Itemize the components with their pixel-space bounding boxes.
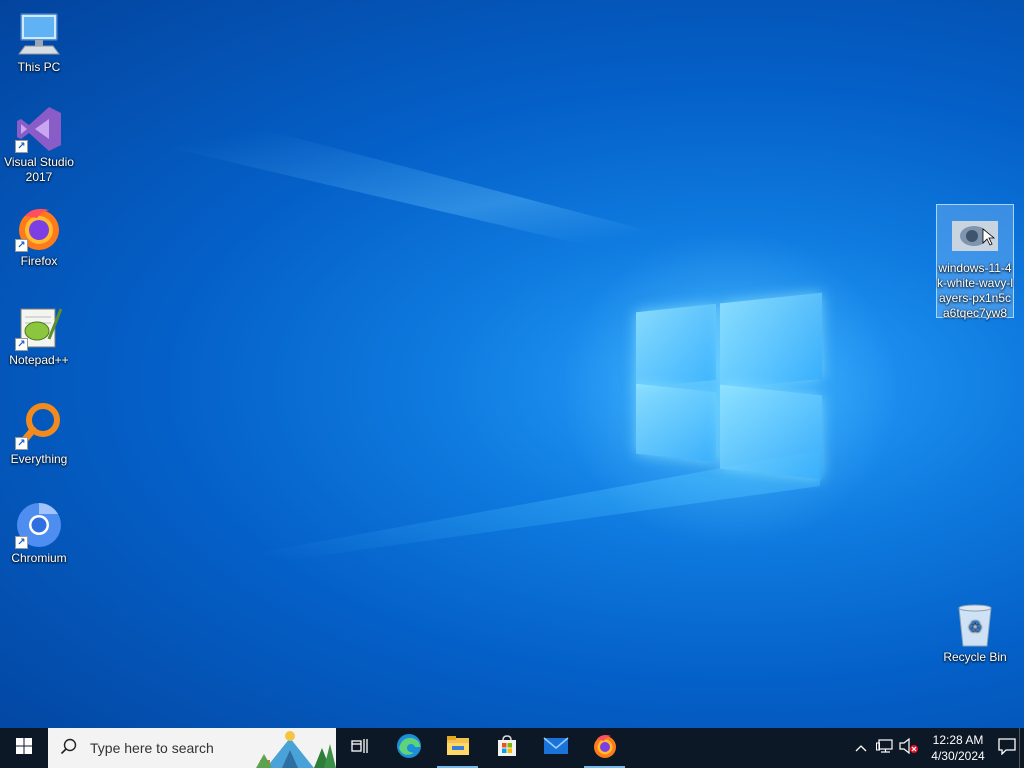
taskbar-app-mail[interactable]: [531, 728, 580, 768]
show-hidden-icons-button[interactable]: [849, 728, 873, 768]
shortcut-arrow-icon: ↗: [15, 536, 28, 549]
computer-icon: [15, 10, 63, 58]
recycle-bin-icon: ♻: [951, 600, 999, 648]
desktop-icon-everything[interactable]: ↗ Everything: [1, 402, 77, 467]
desktop-icon-this-pc[interactable]: This PC: [1, 10, 77, 75]
volume-button[interactable]: [897, 728, 921, 768]
desktop-icon-firefox[interactable]: ↗ Firefox: [1, 204, 77, 269]
search-placeholder: Type here to search: [90, 740, 214, 756]
task-view-button[interactable]: [336, 728, 384, 768]
taskbar-app-firefox[interactable]: [580, 728, 629, 768]
image-thumbnail-icon: [952, 221, 998, 251]
desktop-file-label: windows-11-4k-white-wavy-layers-px1n5ca6…: [937, 261, 1014, 320]
search-highlight-illustration-icon: [256, 730, 336, 768]
clock-time: 12:28 AM: [932, 733, 984, 747]
chromium-icon: ↗: [15, 501, 63, 549]
chevron-up-icon: [855, 739, 867, 757]
shortcut-arrow-icon: ↗: [15, 140, 28, 153]
desktop-icon-label: Visual Studio 2017: [4, 155, 74, 184]
firefox-icon: ↗: [15, 204, 63, 252]
desktop-icon-recycle-bin[interactable]: ♻ Recycle Bin: [936, 600, 1014, 665]
desktop-icon-label: Notepad++: [9, 353, 69, 367]
taskbar-app-microsoft-store[interactable]: [482, 728, 531, 768]
taskbar: Type here to search 12:28 AM 4/30/2024: [0, 728, 1024, 768]
taskbar-clock[interactable]: 12:28 AM 4/30/2024: [921, 732, 995, 764]
taskbar-app-file-explorer[interactable]: [433, 728, 482, 768]
search-icon: [60, 738, 78, 759]
desktop-icon-label: Chromium: [11, 551, 67, 565]
notification-icon: [998, 737, 1016, 760]
desktop-icon-label: Recycle Bin: [943, 650, 1007, 664]
clock-date: 4/30/2024: [931, 749, 985, 763]
file-explorer-icon: [446, 735, 470, 762]
taskbar-search-box[interactable]: Type here to search: [48, 728, 336, 768]
desktop-icon-label: Everything: [10, 452, 68, 466]
notepad-plus-plus-icon: ↗: [15, 303, 63, 351]
start-button[interactable]: [0, 728, 48, 768]
desktop-icon-visual-studio[interactable]: ↗ Visual Studio 2017: [1, 105, 77, 185]
mail-icon: [543, 736, 569, 761]
shortcut-arrow-icon: ↗: [15, 437, 28, 450]
shortcut-arrow-icon: ↗: [15, 338, 28, 351]
task-view-icon: [351, 738, 369, 759]
desktop-icon-label: This PC: [17, 60, 61, 74]
action-center-button[interactable]: [995, 728, 1019, 768]
everything-search-icon: ↗: [15, 402, 63, 450]
desktop-icon-label: Firefox: [20, 254, 58, 268]
edge-icon: [396, 733, 422, 764]
windows-start-icon: [16, 737, 32, 759]
firefox-icon: [592, 733, 618, 764]
desktop-file-image-selected[interactable]: windows-11-4k-white-wavy-layers-px1n5ca6…: [936, 204, 1014, 320]
shortcut-arrow-icon: ↗: [15, 239, 28, 252]
taskbar-app-edge[interactable]: [384, 728, 433, 768]
volume-muted-icon: [899, 737, 919, 759]
show-desktop-button[interactable]: [1019, 728, 1024, 768]
windows-logo-wallpaper: [636, 290, 822, 480]
network-status-button[interactable]: [873, 728, 897, 768]
network-icon: [876, 738, 894, 759]
svg-text:♻: ♻: [968, 617, 982, 636]
system-tray: 12:28 AM 4/30/2024: [849, 728, 1024, 768]
desktop-icon-notepad-plus-plus[interactable]: ↗ Notepad++: [1, 303, 77, 368]
visual-studio-icon: ↗: [15, 105, 63, 153]
microsoft-store-icon: [496, 734, 518, 762]
desktop-icon-chromium[interactable]: ↗ Chromium: [1, 501, 77, 566]
